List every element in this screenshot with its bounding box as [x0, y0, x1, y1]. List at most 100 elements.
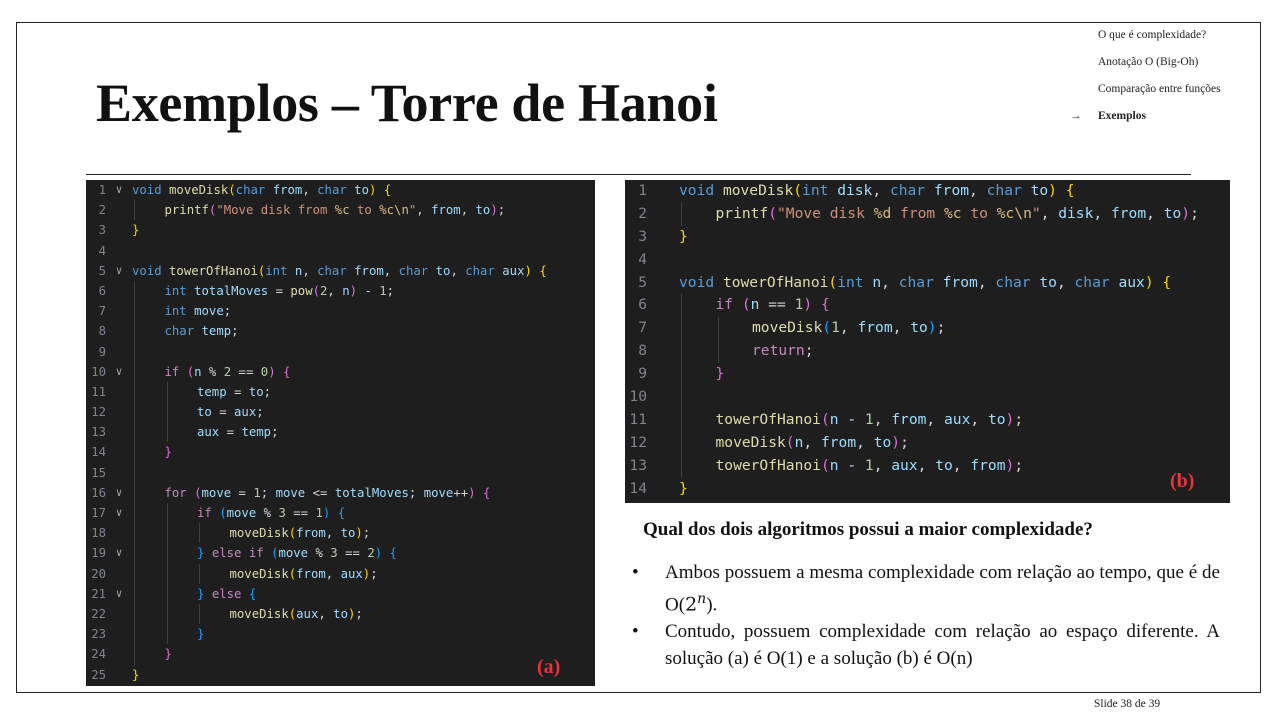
fold-chevron-icon[interactable] [647, 203, 679, 226]
code-line: 16 ∨ for (move = 1; move <= totalMoves; mo… [86, 482, 595, 503]
fold-chevron-icon[interactable] [106, 422, 132, 442]
fold-chevron-icon[interactable] [106, 321, 132, 341]
code-token: ) [1181, 204, 1191, 222]
code-content: int move; [132, 301, 231, 322]
indent-guide [134, 624, 135, 645]
fold-chevron-icon[interactable] [647, 432, 679, 455]
code-token: <= [305, 485, 335, 500]
code-token: from [891, 204, 944, 222]
fold-chevron-icon[interactable] [647, 386, 679, 409]
code-token: n [342, 283, 350, 298]
indent-guide [199, 523, 200, 544]
code-token: } [164, 445, 172, 460]
fold-chevron-icon[interactable] [647, 317, 679, 340]
fold-chevron-icon[interactable] [106, 523, 132, 543]
code-token: char [465, 263, 495, 278]
fold-chevron-icon[interactable]: ∨ [106, 362, 132, 382]
code-line: 24} [86, 644, 595, 665]
code-token: to [961, 204, 997, 222]
fold-chevron-icon[interactable] [647, 180, 679, 203]
fold-chevron-icon[interactable] [647, 340, 679, 363]
code-line: 19 ∨} else if (move % 3 == 2) { [86, 543, 595, 564]
line-number: 1 [638, 182, 647, 199]
code-token: } [132, 223, 140, 238]
fold-chevron-icon[interactable] [647, 455, 679, 478]
fold-chevron-icon[interactable] [647, 409, 679, 432]
indent-guide [681, 431, 682, 455]
fold-chevron-icon[interactable]: ∨ [106, 483, 132, 503]
fold-chevron-icon[interactable] [106, 402, 132, 422]
fold-chevron-icon[interactable] [106, 463, 132, 483]
code-token: char [986, 182, 1022, 199]
code-token: move [194, 304, 224, 319]
code-token: , [970, 410, 988, 428]
math-exponent: n [697, 591, 707, 607]
fold-chevron-icon[interactable] [106, 220, 132, 240]
fold-chevron-icon[interactable]: ∨ [106, 180, 132, 200]
fold-chevron-icon[interactable] [106, 644, 132, 664]
code-token: 1 [864, 410, 874, 428]
indent-guide [681, 317, 682, 341]
fold-chevron-icon[interactable] [647, 363, 679, 386]
indent-guide [166, 624, 168, 645]
fold-chevron-icon[interactable]: ∨ [106, 584, 132, 604]
fold-chevron-icon[interactable] [106, 200, 132, 220]
code-token: = [211, 405, 235, 420]
fold-chevron-icon[interactable] [647, 272, 679, 295]
line-number: 20 [91, 566, 106, 581]
code-token: , [1056, 273, 1075, 291]
fold-chevron-icon[interactable]: ∨ [106, 503, 132, 523]
code-line: 9 [86, 341, 595, 362]
fold-chevron-icon[interactable]: ∨ [106, 543, 132, 563]
code-content: } [132, 442, 172, 463]
line-number: 10 [91, 364, 106, 379]
fold-chevron-icon[interactable] [106, 241, 132, 261]
line-number: 1 [98, 183, 106, 197]
fold-chevron-icon[interactable] [647, 294, 679, 317]
code-token: return [752, 342, 805, 360]
code-token: n [194, 364, 202, 379]
code-line: 15 [86, 462, 595, 483]
nav-item-comparacao[interactable]: Comparação entre funções [1070, 82, 1221, 109]
fold-chevron-icon[interactable] [106, 564, 132, 584]
fold-chevron-icon[interactable] [106, 281, 132, 301]
nav-item-complexidade[interactable]: O que é complexidade? [1070, 28, 1221, 55]
code-token: towerOfHanoi [169, 263, 258, 278]
nav-item-exemplos[interactable]: → Exemplos [1070, 109, 1221, 136]
fold-chevron-icon[interactable] [106, 301, 132, 321]
code-token: , [856, 433, 874, 451]
code-line: 7 int move; [86, 301, 595, 322]
code-token: %c [943, 204, 962, 222]
fold-chevron-icon[interactable] [106, 342, 132, 362]
code-token: ( [228, 183, 236, 197]
code-token: towerOfHanoi [715, 410, 821, 428]
code-token: } [679, 227, 688, 245]
code-token: else if [211, 546, 264, 561]
code-token: to [873, 433, 892, 451]
fold-chevron-icon[interactable] [106, 604, 132, 624]
fold-chevron-icon[interactable] [647, 478, 679, 501]
fold-chevron-icon[interactable] [106, 665, 132, 685]
fold-chevron-icon[interactable] [647, 249, 679, 272]
fold-chevron-icon[interactable] [647, 226, 679, 249]
fold-chevron-icon[interactable]: ∨ [106, 261, 132, 281]
code-token: , [302, 263, 318, 278]
code-token: moveDisk [752, 319, 823, 337]
fold-chevron-icon[interactable] [106, 382, 132, 402]
code-content: } [132, 644, 172, 665]
list-item: • Ambos possuem a mesma complexidade com… [632, 559, 1220, 618]
code-token: to [197, 405, 212, 420]
fold-chevron-icon[interactable] [106, 624, 132, 644]
nav-item-big-oh[interactable]: Anotação O (Big-Oh) [1070, 55, 1221, 82]
code-line: 3} [625, 226, 1230, 249]
code-token: temp [201, 324, 232, 339]
code-token: = [231, 485, 254, 500]
fold-chevron-icon[interactable] [106, 442, 132, 462]
